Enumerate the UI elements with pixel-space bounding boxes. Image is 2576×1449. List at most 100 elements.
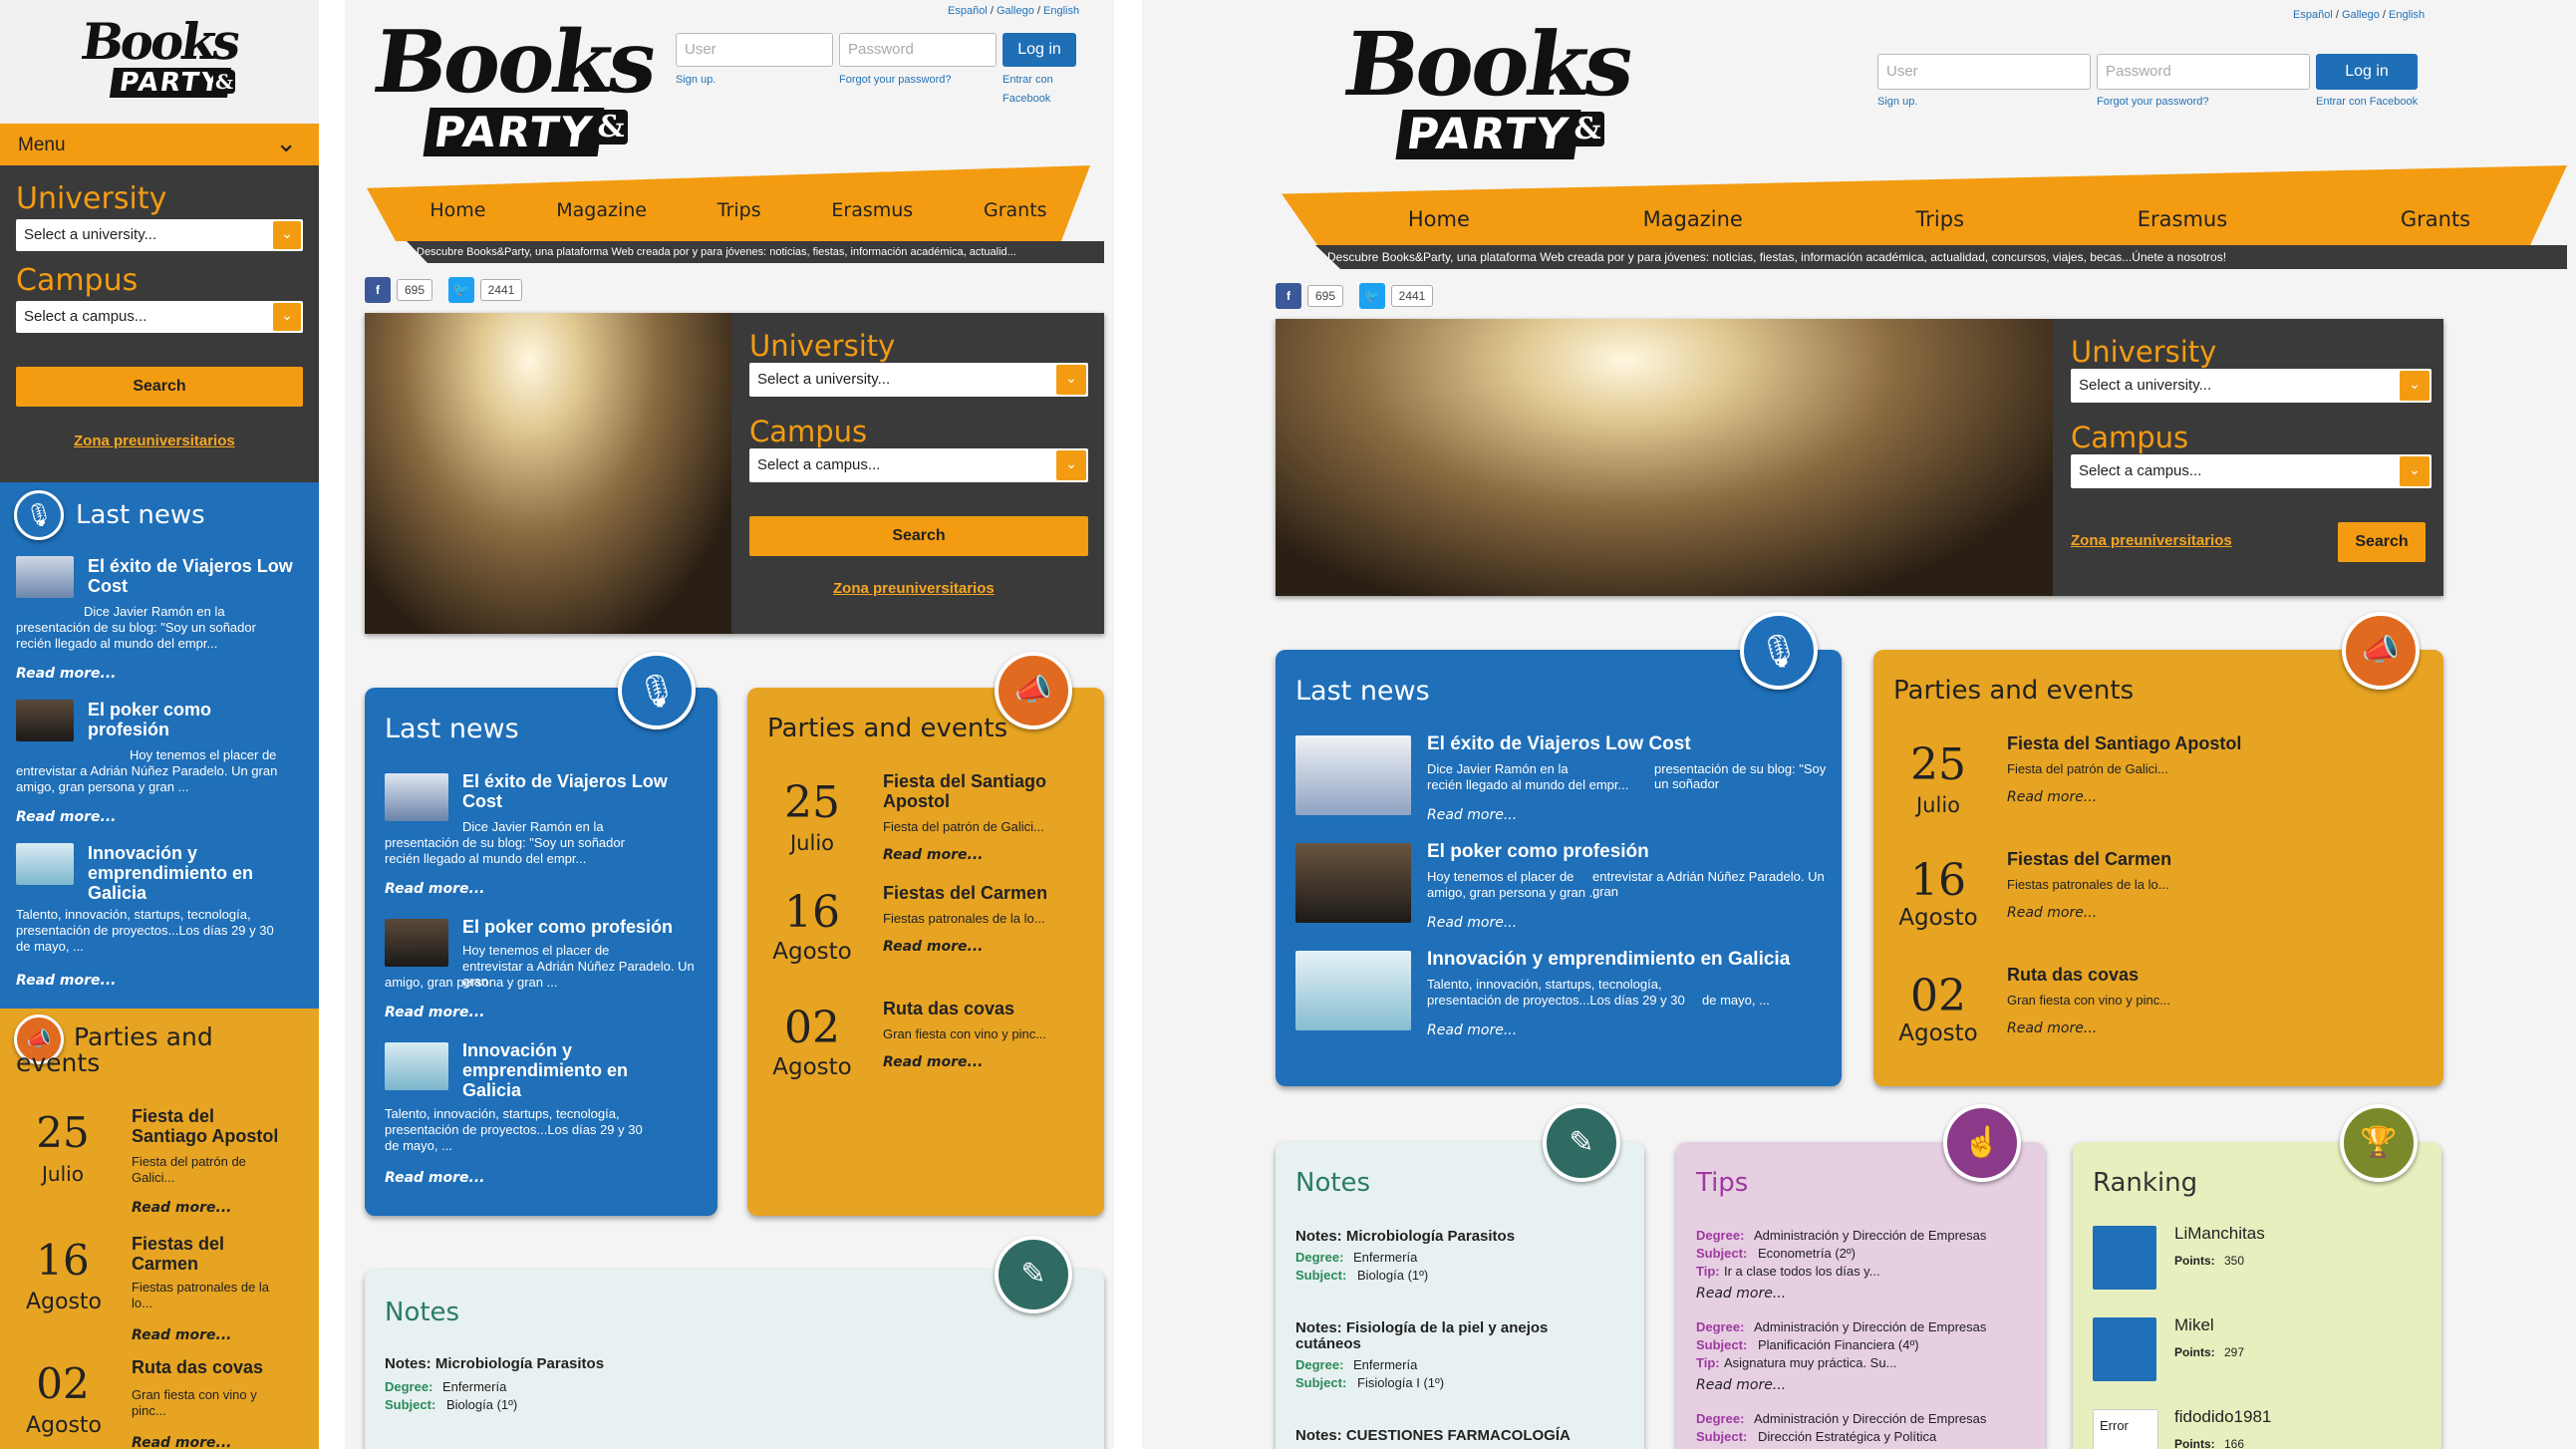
campus-select[interactable]: Select a campus... ⌄ — [16, 301, 303, 333]
nav-erasmus[interactable]: Erasmus — [2138, 207, 2227, 231]
news-thumbnail[interactable] — [385, 773, 448, 821]
facebook-login-link[interactable]: Entrar con — [1002, 74, 1053, 86]
news-thumbnail[interactable] — [385, 1042, 448, 1090]
twitter-icon[interactable]: 🐦 — [1359, 283, 1385, 309]
event-title[interactable]: Fiesta del Santiago — [883, 771, 1046, 792]
lang-es[interactable]: Español — [2293, 9, 2333, 21]
campus-select[interactable]: Select a campus... ⌄ — [749, 448, 1088, 482]
campus-select[interactable]: Select a campus... ⌄ — [2071, 454, 2432, 488]
read-more-link[interactable]: Read more... — [1696, 1377, 1786, 1393]
news-thumbnail[interactable] — [1295, 843, 1411, 923]
nav-grants[interactable]: Grants — [2401, 207, 2470, 231]
event-title[interactable]: Fiestas del — [132, 1234, 224, 1255]
university-select[interactable]: Select a university... ⌄ — [16, 219, 303, 251]
note-title[interactable]: Notes: CUESTIONES FARMACOLOGÍA — [1295, 1427, 1571, 1444]
lang-en[interactable]: English — [1043, 5, 1079, 17]
read-more-link[interactable]: Read more... — [132, 1327, 231, 1343]
read-more-link[interactable]: Read more... — [132, 1200, 231, 1216]
read-more-link[interactable]: Read more... — [1427, 1022, 1517, 1038]
search-button[interactable]: Search — [2338, 522, 2426, 562]
university-select[interactable]: Select a university... ⌄ — [749, 363, 1088, 397]
nav-home[interactable]: Home — [1408, 207, 1470, 231]
news-thumbnail[interactable] — [16, 700, 74, 741]
facebook-login-link-cont[interactable]: Facebook — [1002, 93, 1050, 105]
user-input[interactable]: User — [676, 33, 833, 67]
facebook-icon[interactable]: f — [365, 277, 391, 303]
signup-link[interactable]: Sign up. — [676, 74, 716, 86]
news-title[interactable]: El éxito de Viajeros Low Cost — [1427, 733, 1691, 755]
user-input[interactable]: User — [1877, 54, 2091, 90]
news-title-cont[interactable]: Galicia — [462, 1080, 521, 1101]
news-title[interactable]: Innovación y — [88, 843, 197, 864]
password-input[interactable]: Password — [839, 33, 997, 67]
read-more-link[interactable]: Read more... — [2007, 905, 2097, 921]
read-more-link[interactable]: Read more... — [883, 847, 983, 863]
read-more-link[interactable]: Read more... — [385, 1170, 484, 1186]
news-title-cont[interactable]: Cost — [462, 791, 502, 812]
forgot-password-link[interactable]: Forgot your password? — [839, 74, 952, 86]
news-title[interactable]: El éxito de Viajeros Low — [88, 556, 293, 577]
news-title[interactable]: El éxito de Viajeros Low — [462, 771, 668, 792]
event-title[interactable]: Fiesta del Santiago Apostol — [2007, 733, 2241, 754]
read-more-link[interactable]: Read more... — [385, 1005, 484, 1020]
nav-grants[interactable]: Grants — [984, 199, 1047, 221]
event-title[interactable]: Fiestas del Carmen — [2007, 849, 2171, 870]
news-title[interactable]: Innovación y — [462, 1040, 572, 1061]
ranking-name[interactable]: fidodido1981 — [2174, 1407, 2271, 1427]
logo[interactable]: Books PARTY & — [368, 12, 662, 171]
read-more-link[interactable]: Read more... — [883, 939, 983, 955]
nav-magazine[interactable]: Magazine — [556, 199, 647, 221]
facebook-login-link[interactable]: Entrar con Facebook — [2316, 96, 2418, 108]
read-more-link[interactable]: Read more... — [2007, 789, 2097, 805]
read-more-link[interactable]: Read more... — [883, 1054, 983, 1070]
news-title-cont[interactable]: emprendimiento en — [462, 1060, 628, 1081]
facebook-icon[interactable]: f — [1276, 283, 1301, 309]
read-more-link[interactable]: Read more... — [1427, 915, 1517, 931]
read-more-link[interactable]: Read more... — [132, 1435, 231, 1449]
ranking-name[interactable]: LiManchitas — [2174, 1224, 2265, 1244]
read-more-link[interactable]: Read more... — [2007, 1020, 2097, 1036]
event-title-cont[interactable]: Carmen — [132, 1254, 198, 1275]
preuni-link[interactable]: Zona preuniversitarios — [2071, 532, 2232, 549]
preuni-link[interactable]: Zona preuniversitarios — [833, 580, 995, 597]
event-title[interactable]: Ruta das covas — [883, 999, 1014, 1019]
logo[interactable]: Books PARTY & — [78, 12, 242, 112]
menu-bar[interactable]: Menu ⌄ — [0, 124, 319, 165]
read-more-link[interactable]: Read more... — [16, 666, 116, 682]
event-title-cont[interactable]: Santiago Apostol — [132, 1126, 278, 1147]
news-title[interactable]: El poker como profesión — [1427, 841, 1649, 863]
signup-link[interactable]: Sign up. — [1877, 96, 1917, 108]
forgot-password-link[interactable]: Forgot your password? — [2097, 96, 2209, 108]
note-title[interactable]: Notes: Microbiología Parasitos — [1295, 1228, 1515, 1245]
ranking-name[interactable]: Mikel — [2174, 1315, 2214, 1335]
news-thumbnail[interactable] — [16, 843, 74, 885]
nav-home[interactable]: Home — [429, 199, 485, 221]
event-title[interactable]: Fiestas del Carmen — [883, 883, 1047, 904]
search-button[interactable]: Search — [16, 367, 303, 407]
search-button[interactable]: Search — [749, 516, 1088, 556]
lang-es[interactable]: Español — [948, 5, 988, 17]
news-title-cont[interactable]: Cost — [88, 576, 128, 597]
read-more-link[interactable]: Read more... — [16, 809, 116, 825]
lang-en[interactable]: English — [2389, 9, 2425, 21]
lang-gl[interactable]: Gallego — [2342, 9, 2380, 21]
login-button[interactable]: Log in — [1002, 33, 1076, 67]
news-title-cont[interactable]: profesión — [88, 720, 169, 740]
news-title[interactable]: El poker como profesión — [462, 917, 673, 938]
university-select[interactable]: Select a university... ⌄ — [2071, 369, 2432, 403]
nav-erasmus[interactable]: Erasmus — [831, 199, 913, 221]
logo[interactable]: Books PARTY & — [1338, 12, 1639, 171]
event-title[interactable]: Ruta das covas — [2007, 965, 2139, 986]
event-title[interactable]: Fiesta del — [132, 1106, 214, 1127]
event-title[interactable]: Ruta das covas — [132, 1357, 263, 1378]
news-thumbnail[interactable] — [16, 556, 74, 598]
nav-trips[interactable]: Trips — [1916, 207, 1964, 231]
news-title-cont[interactable]: Galicia — [88, 883, 146, 904]
login-button[interactable]: Log in — [2316, 54, 2418, 90]
read-more-link[interactable]: Read more... — [1427, 807, 1517, 823]
preuni-link[interactable]: Zona preuniversitarios — [74, 433, 235, 449]
note-title[interactable]: Notes: Fisiología de la piel y anejos — [1295, 1319, 1548, 1336]
note-title[interactable]: Notes: Microbiología Parasitos — [385, 1355, 604, 1372]
news-thumbnail[interactable] — [1295, 951, 1411, 1030]
news-title-cont[interactable]: emprendimiento en — [88, 863, 253, 884]
